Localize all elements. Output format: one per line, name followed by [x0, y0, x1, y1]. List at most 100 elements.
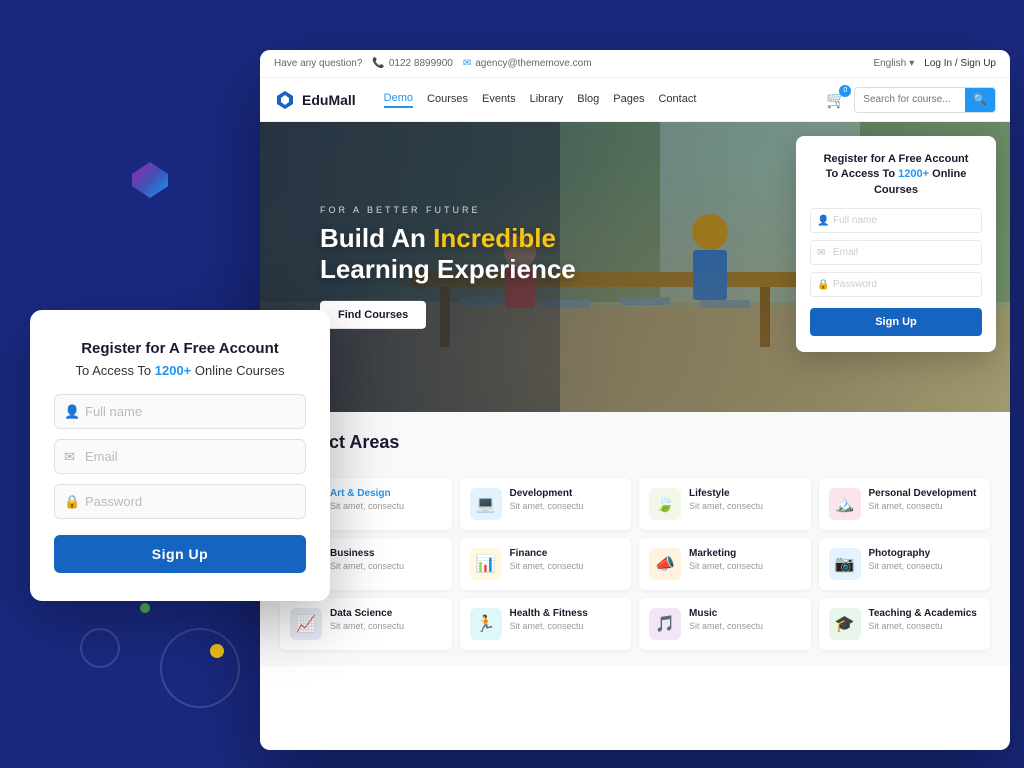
music-info: Music Sit amet, consectu — [689, 608, 763, 631]
art-name: Art & Design — [330, 488, 404, 499]
personal-name: Personal Development — [869, 488, 977, 499]
subject-card-teaching[interactable]: 🎓 Teaching & Academics Sit amet, consect… — [819, 598, 991, 650]
datascience-info: Data Science Sit amet, consectu — [330, 608, 404, 631]
logo-icon — [274, 89, 296, 111]
marketing-info: Marketing Sit amet, consectu — [689, 548, 763, 571]
floating-email-input[interactable] — [54, 439, 306, 474]
user-icon: 👤 — [64, 404, 80, 420]
cart-icon[interactable]: 🛒 0 — [826, 90, 846, 110]
search-input[interactable] — [855, 94, 965, 105]
cart-badge: 0 — [839, 85, 851, 97]
marketing-name: Marketing — [689, 548, 763, 559]
search-button[interactable]: 🔍 — [965, 88, 995, 112]
hero-fullname-input[interactable] — [810, 208, 982, 233]
phone-icon: 📞 — [372, 58, 384, 69]
hero-email-wrap: ✉ — [810, 240, 982, 265]
hero-content: FOR A BETTER FUTURE Build An Incredible … — [320, 205, 576, 329]
floating-password-input[interactable] — [54, 484, 306, 519]
business-desc: Sit amet, consectu — [330, 561, 404, 571]
topbar-left: Have any question? 📞 0122 8899900 ✉ agen… — [274, 58, 592, 69]
personal-desc: Sit amet, consectu — [869, 501, 977, 511]
bg-dot-green — [140, 603, 150, 613]
nav-courses[interactable]: Courses — [427, 93, 468, 107]
subject-card-finance[interactable]: 📊 Finance Sit amet, consectu — [460, 538, 632, 590]
music-desc: Sit amet, consectu — [689, 621, 763, 631]
bg-circle-2 — [80, 628, 120, 668]
music-name: Music — [689, 608, 763, 619]
floating-card-subtitle: To Access To 1200+ Online Courses — [54, 363, 306, 378]
lifestyle-info: Lifestyle Sit amet, consectu — [689, 488, 763, 511]
subject-card-health[interactable]: 🏃 Health & Fitness Sit amet, consectu — [460, 598, 632, 650]
nav-events[interactable]: Events — [482, 93, 516, 107]
bg-gem-decoration — [130, 160, 170, 200]
finance-desc: Sit amet, consectu — [510, 561, 584, 571]
nav-contact[interactable]: Contact — [658, 93, 696, 107]
bg-circle-1 — [160, 628, 240, 708]
navbar: EduMall Demo Courses Events Library Blog… — [260, 78, 1010, 122]
subject-areas-title: Subject Areas — [280, 432, 990, 453]
art-desc: Sit amet, consectu — [330, 501, 404, 511]
hero-envelope-icon: ✉ — [817, 247, 825, 258]
teaching-icon: 🎓 — [829, 608, 861, 640]
finance-icon: 📊 — [470, 548, 502, 580]
email-info: ✉ agency@thememove.com — [463, 58, 592, 69]
site-logo: EduMall — [274, 89, 356, 111]
subject-grid: 🎨 Art & Design Sit amet, consectu 💻 Deve… — [280, 478, 990, 650]
photography-info: Photography Sit amet, consectu — [869, 548, 943, 571]
subject-areas-section: Subject Areas 🎨 Art & Design Sit amet, c… — [260, 412, 1010, 666]
subject-card-photography[interactable]: 📷 Photography Sit amet, consectu — [819, 538, 991, 590]
teaching-desc: Sit amet, consectu — [869, 621, 977, 631]
floating-register-card: Register for A Free Account To Access To… — [30, 310, 330, 601]
health-desc: Sit amet, consectu — [510, 621, 588, 631]
hero-subtitle: FOR A BETTER FUTURE — [320, 205, 576, 215]
topbar-right: English ▾ Log In / Sign Up — [873, 58, 996, 69]
hero-password-wrap: 🔒 — [810, 272, 982, 297]
dev-name: Development — [510, 488, 584, 499]
nav-blog[interactable]: Blog — [577, 93, 599, 107]
nav-right: 🛒 0 🔍 — [826, 87, 996, 113]
language-selector[interactable]: English ▾ — [873, 58, 914, 69]
lifestyle-name: Lifestyle — [689, 488, 763, 499]
subject-card-lifestyle[interactable]: 🍃 Lifestyle Sit amet, consectu — [639, 478, 811, 530]
lock-icon: 🔒 — [64, 494, 80, 510]
floating-fullname-input[interactable] — [54, 394, 306, 429]
floating-email-wrap: ✉ — [54, 439, 306, 474]
subject-card-music[interactable]: 🎵 Music Sit amet, consectu — [639, 598, 811, 650]
floating-signup-button[interactable]: Sign Up — [54, 535, 306, 573]
dev-info: Development Sit amet, consectu — [510, 488, 584, 511]
marketing-icon: 📣 — [649, 548, 681, 580]
photography-name: Photography — [869, 548, 943, 559]
hero-fullname-wrap: 👤 — [810, 208, 982, 233]
dev-desc: Sit amet, consectu — [510, 501, 584, 511]
hero-lock-icon: 🔒 — [817, 279, 829, 290]
subject-card-personal[interactable]: 🏔️ Personal Development Sit amet, consec… — [819, 478, 991, 530]
hero-register-card: Register for A Free Account To Access To… — [796, 136, 996, 352]
email-icon: ✉ — [463, 58, 471, 69]
photography-icon: 📷 — [829, 548, 861, 580]
nav-links: Demo Courses Events Library Blog Pages C… — [384, 92, 809, 108]
datascience-icon: 📈 — [290, 608, 322, 640]
datascience-name: Data Science — [330, 608, 404, 619]
find-courses-button[interactable]: Find Courses — [320, 301, 426, 329]
bg-dot-yellow — [210, 644, 224, 658]
art-info: Art & Design Sit amet, consectu — [330, 488, 404, 511]
personal-icon: 🏔️ — [829, 488, 861, 520]
business-name: Business — [330, 548, 404, 559]
hero-signup-button[interactable]: Sign Up — [810, 308, 982, 336]
phone-info: 📞 0122 8899900 — [372, 58, 452, 69]
dev-icon: 💻 — [470, 488, 502, 520]
hero-password-input[interactable] — [810, 272, 982, 297]
marketing-desc: Sit amet, consectu — [689, 561, 763, 571]
hero-email-input[interactable] — [810, 240, 982, 265]
nav-pages[interactable]: Pages — [613, 93, 644, 107]
subject-card-marketing[interactable]: 📣 Marketing Sit amet, consectu — [639, 538, 811, 590]
have-any-question: Have any question? — [274, 58, 362, 69]
login-link[interactable]: Log In / Sign Up — [924, 58, 996, 69]
subject-card-datascience[interactable]: 📈 Data Science Sit amet, consectu — [280, 598, 452, 650]
nav-demo[interactable]: Demo — [384, 92, 413, 108]
subject-card-dev[interactable]: 💻 Development Sit amet, consectu — [460, 478, 632, 530]
health-name: Health & Fitness — [510, 608, 588, 619]
health-info: Health & Fitness Sit amet, consectu — [510, 608, 588, 631]
nav-library[interactable]: Library — [530, 93, 564, 107]
browser-window: Have any question? 📞 0122 8899900 ✉ agen… — [260, 50, 1010, 750]
